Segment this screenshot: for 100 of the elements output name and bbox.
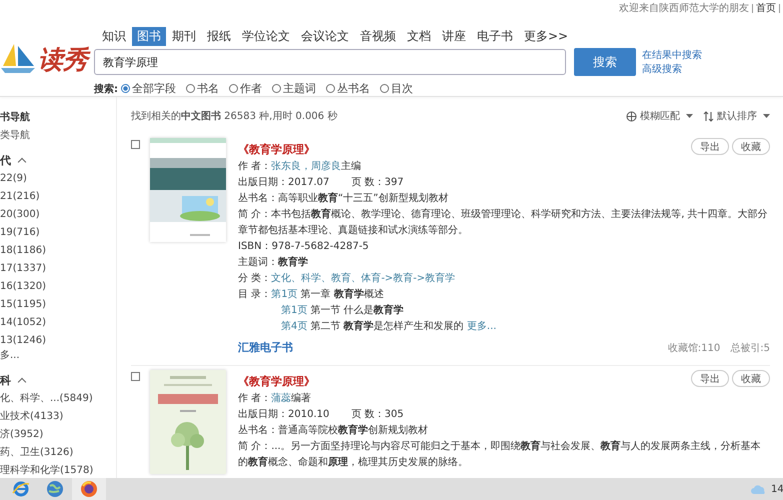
- field-link[interactable]: 蒲蕊: [271, 393, 292, 404]
- radio-label[interactable]: 作者: [240, 81, 262, 96]
- field-value: 397: [384, 177, 404, 188]
- category-tab[interactable]: 学位论文: [237, 27, 295, 46]
- sidebar-item[interactable]: 济(3952): [0, 426, 116, 444]
- radio-button[interactable]: [326, 84, 335, 93]
- book-title-link[interactable]: 《教育学原理》: [238, 374, 315, 389]
- taskbar-app-button[interactable]: [72, 478, 106, 500]
- radio-label[interactable]: 全部字段: [132, 81, 176, 96]
- field-link[interactable]: 第4页: [281, 321, 308, 332]
- sidebar-item[interactable]: 16(1320): [0, 278, 116, 296]
- sidebar-heading[interactable]: 代: [0, 152, 11, 168]
- fox-browser-icon: [80, 480, 98, 498]
- sailboat-logo-icon: [0, 42, 36, 76]
- field-link[interactable]: 张东良，周彦良: [271, 161, 342, 172]
- field-text: 主题词：教育学: [238, 255, 309, 270]
- radio-button[interactable]: [229, 84, 238, 93]
- sidebar-item[interactable]: 14(1052): [0, 314, 116, 332]
- sidebar-item[interactable]: 13(1246): [0, 332, 116, 350]
- category-tab[interactable]: 会议论文: [296, 27, 354, 46]
- sort-dropdown[interactable]: 模糊匹配: [626, 109, 693, 123]
- sidebar-item[interactable]: 15(1195): [0, 296, 116, 314]
- category-tab[interactable]: 报纸: [202, 27, 236, 46]
- sidebar-item[interactable]: 18(1186): [0, 242, 116, 260]
- sidebar-title: 书导航: [0, 110, 31, 125]
- result-checkbox[interactable]: [131, 140, 140, 149]
- field-label: 页 数：: [351, 177, 385, 188]
- field-label: 作 者：: [238, 393, 272, 404]
- category-tab[interactable]: 知识: [97, 27, 131, 46]
- sidebar-heading[interactable]: 科: [0, 372, 11, 388]
- search-field-label: 搜索:: [94, 82, 118, 96]
- field-link[interactable]: 更多...: [466, 321, 496, 332]
- search-button[interactable]: 搜索: [574, 48, 636, 76]
- more-link[interactable]: 多...: [0, 350, 116, 364]
- category-tab[interactable]: 文档: [402, 27, 436, 46]
- field-value: 305: [384, 409, 404, 420]
- sidebar-item[interactable]: 17(1337): [0, 260, 116, 278]
- sidebar-item[interactable]: 药、卫生(3126): [0, 444, 116, 462]
- field-text: 丛书名：普通高等院校教育学创新规划教材: [238, 423, 429, 438]
- sidebar-link[interactable]: 类导航: [0, 128, 116, 148]
- category-tab[interactable]: 音视频: [355, 27, 401, 46]
- radio-label[interactable]: 书名: [197, 81, 219, 96]
- field-value: 第二节 教育学是怎样产生和发展的: [310, 321, 465, 332]
- caret-down-icon: [686, 114, 693, 118]
- field-value: 第一节 什么是教育学: [310, 305, 404, 316]
- result-checkbox[interactable]: [131, 372, 140, 381]
- sidebar-item[interactable]: 化、科学、...(5849): [0, 390, 116, 408]
- field-label: 出版日期：: [238, 177, 288, 188]
- field-value: 2017.07: [288, 177, 330, 188]
- caret-down-icon: [763, 114, 770, 118]
- radio-button[interactable]: [186, 84, 195, 93]
- sidebar-item[interactable]: 20(300): [0, 206, 116, 224]
- radio-button[interactable]: [272, 84, 281, 93]
- sidebar-item[interactable]: 理科学和化学(1578): [0, 462, 116, 480]
- field-text: 简 介：本书包括教育概论、教学理论、德育理论、班级管理理论、科学研究和方法、主要法律法规等, 共十四章。大部分章节都包括基本理论、真题链接和试水演练等部分。: [238, 207, 769, 238]
- field-label: 分 类：: [238, 273, 272, 284]
- category-tab[interactable]: 图书: [132, 27, 166, 46]
- action-button[interactable]: 导出: [691, 370, 729, 387]
- globe-icon[interactable]: [46, 480, 64, 498]
- field-link[interactable]: 第1页: [271, 289, 298, 300]
- radio-button[interactable]: [121, 84, 130, 93]
- field-link[interactable]: 第1页: [281, 305, 308, 316]
- action-button[interactable]: 收藏: [732, 370, 770, 387]
- radio-label[interactable]: 丛书名: [337, 81, 370, 96]
- sidebar-item[interactable]: 19(716): [0, 224, 116, 242]
- clock-text: 14: [771, 484, 783, 494]
- ebook-source-link[interactable]: 汇雅电子书: [238, 340, 293, 355]
- sort-icon: [703, 110, 714, 122]
- browser-icon[interactable]: [12, 480, 30, 498]
- sidebar-item[interactable]: 业技术(4133): [0, 408, 116, 426]
- field-label: 页 数：: [351, 409, 385, 420]
- action-button[interactable]: 收藏: [732, 138, 770, 155]
- welcome-text: 欢迎来自陕西师范大学的朋友: [619, 2, 749, 15]
- search-field[interactable]: 教育学原理: [94, 49, 566, 75]
- book-title-link[interactable]: 《教育学原理》: [238, 142, 315, 157]
- field-label: 出版日期：: [238, 409, 288, 420]
- radio-label[interactable]: 目次: [391, 81, 413, 96]
- search-link[interactable]: 高级搜索: [642, 62, 702, 76]
- category-tab[interactable]: 讲座: [437, 27, 471, 46]
- field-label: 作 者：: [238, 161, 272, 172]
- action-button[interactable]: 导出: [691, 138, 729, 155]
- field-value: 编著: [291, 393, 312, 404]
- search-link[interactable]: 在结果中搜索: [642, 48, 702, 62]
- field-value: 主编: [341, 161, 362, 172]
- category-tab[interactable]: 期刊: [167, 27, 201, 46]
- sidebar-item[interactable]: 21(216): [0, 188, 116, 206]
- field-text: ISBN：978-7-5682-4287-5: [238, 240, 370, 254]
- radio-label[interactable]: 主题词: [283, 81, 316, 96]
- category-tab[interactable]: 更多>>: [519, 27, 574, 46]
- category-tab[interactable]: 电子书: [472, 27, 518, 46]
- sort-dropdown[interactable]: 默认排序: [703, 109, 770, 123]
- radio-button[interactable]: [380, 84, 389, 93]
- field-text: 丛书名：高等职业教育“十三五”创新型规划教材: [238, 191, 450, 206]
- stat-text: 总被引:5: [730, 342, 770, 354]
- field-text: 简 介：...。另一方面坚持理论与内容尽可能归之于基本，即围绕教育与社会发展、教育与人的发展两条主线，分析基本的教育概念、命题和原理，梳理其历史发展的脉络。: [238, 439, 762, 470]
- field-link[interactable]: 文化、科学、教育、体育->教育->教育学: [271, 273, 456, 284]
- stat-text: 收藏馆:110: [668, 342, 720, 354]
- sidebar-item[interactable]: 22(9): [0, 170, 116, 188]
- field-label: 目 录：: [238, 289, 272, 300]
- home-link[interactable]: 首页: [756, 1, 776, 15]
